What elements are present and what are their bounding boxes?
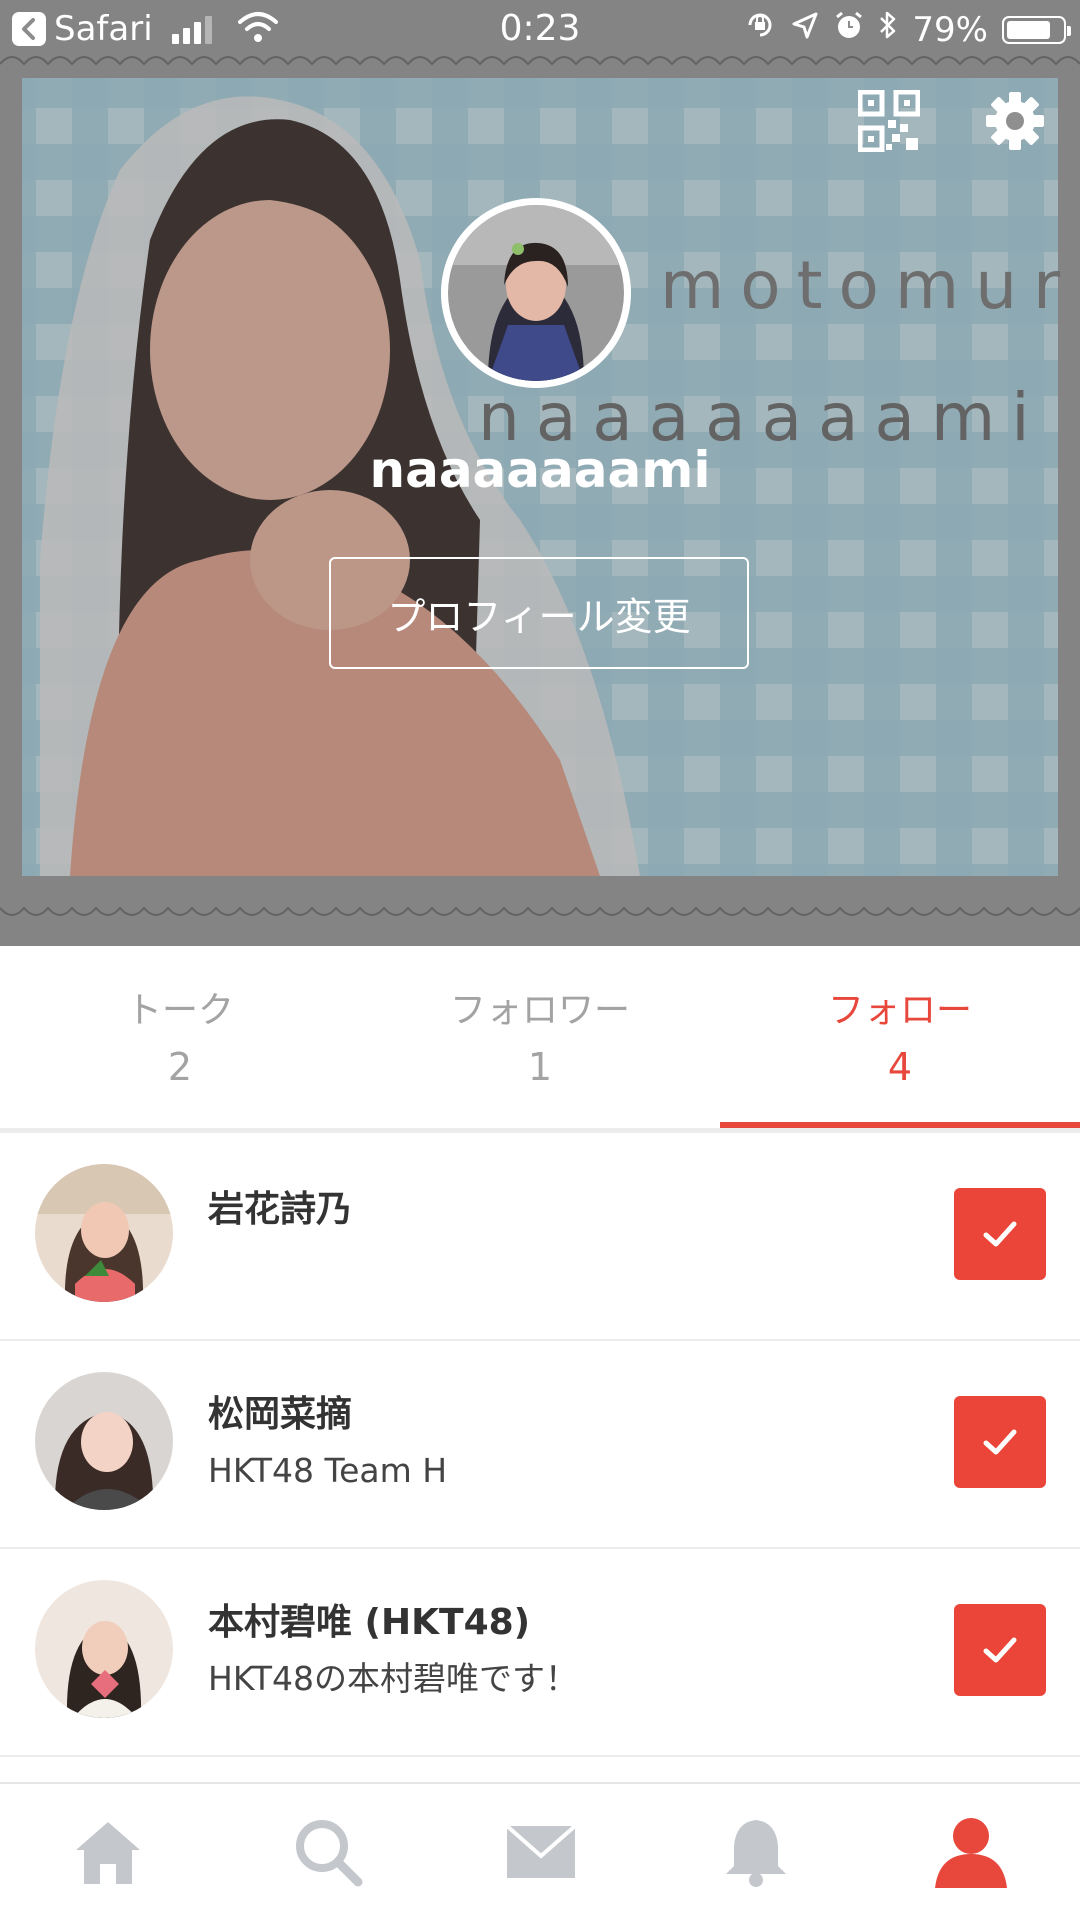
battery-level-fill <box>1007 20 1050 39</box>
nav-home[interactable] <box>70 1814 146 1890</box>
search-icon <box>296 1820 363 1887</box>
edit-profile-button[interactable]: プロフィール変更 <box>329 557 749 669</box>
list-item[interactable]: 松岡菜摘 HKT48 Team H <box>0 1341 1080 1549</box>
list-item[interactable]: 本村碧唯 (HKT48) HKT48の本村碧唯です！ <box>0 1549 1080 1757</box>
tab-talk[interactable]: トーク 2 <box>0 946 360 1128</box>
bell-icon <box>726 1820 786 1887</box>
list-item-name: 岩花詩乃 <box>208 1189 353 1230</box>
tab-followers[interactable]: フォロワー 1 <box>360 946 720 1128</box>
battery-percent: 79% <box>912 9 988 50</box>
location-arrow-icon <box>790 10 820 50</box>
checkmark-icon <box>983 1429 1017 1455</box>
follow-toggle-checkbox[interactable] <box>954 1396 1046 1488</box>
avatar[interactable] <box>35 1372 173 1510</box>
list-item-description: HKT48 Team H <box>208 1451 448 1490</box>
settings-button[interactable] <box>984 90 1046 152</box>
qr-code-icon <box>857 89 921 153</box>
status-bar: Safari 0:23 79% <box>0 0 1080 58</box>
follow-toggle-checkbox[interactable] <box>954 1604 1046 1696</box>
checkmark-icon <box>983 1221 1017 1247</box>
tab-talk-count: 2 <box>167 1045 193 1089</box>
alarm-clock-icon <box>834 10 864 50</box>
tab-talk-label: トーク <box>125 990 234 1031</box>
list-item-name: 松岡菜摘 <box>208 1394 353 1435</box>
profile-avatar[interactable] <box>441 198 631 388</box>
list-item-description: HKT48の本村碧唯です！ <box>208 1659 579 1698</box>
bottom-navigation <box>0 1782 1080 1922</box>
tab-following-label: フォロー <box>827 990 972 1031</box>
active-tab-indicator <box>720 1122 1080 1128</box>
nav-notifications[interactable] <box>718 1814 794 1890</box>
tab-following[interactable]: フォロー 4 <box>720 946 1080 1128</box>
profile-header: motomura naaaaaaami Safari 0:23 <box>0 0 1080 946</box>
home-icon <box>76 1822 140 1884</box>
nav-messages[interactable] <box>503 1814 579 1890</box>
status-icons-right: 79% <box>744 9 1071 50</box>
avatar[interactable] <box>35 1580 173 1718</box>
tab-following-count: 4 <box>887 1045 913 1089</box>
battery-icon <box>1002 15 1071 44</box>
list-item[interactable]: 岩花詩乃 <box>0 1133 1080 1341</box>
checkmark-icon <box>983 1637 1017 1663</box>
profile-avatar-image <box>448 205 624 381</box>
orientation-lock-icon <box>744 9 776 50</box>
tab-followers-label: フォロワー <box>449 990 630 1031</box>
gear-icon <box>986 92 1044 150</box>
profile-username: naaaaaaami <box>369 441 711 499</box>
mail-icon <box>505 1824 577 1878</box>
tab-followers-count: 1 <box>527 1045 553 1089</box>
qr-code-button[interactable] <box>857 89 921 153</box>
profile-tabs: トーク 2 フォロワー 1 フォロー 4 <box>0 946 1080 1133</box>
profile-icon <box>935 1818 1007 1888</box>
nav-profile[interactable] <box>933 1814 1009 1890</box>
bluetooth-icon <box>878 9 898 50</box>
list-item-name: 本村碧唯 (HKT48) <box>208 1602 531 1643</box>
avatar[interactable] <box>35 1164 173 1302</box>
follow-toggle-checkbox[interactable] <box>954 1188 1046 1280</box>
nav-search[interactable] <box>290 1814 366 1890</box>
following-list: 岩花詩乃 松岡菜摘 HKT48 Team H 本村碧唯 (HKT48) HKT4… <box>0 1133 1080 1757</box>
